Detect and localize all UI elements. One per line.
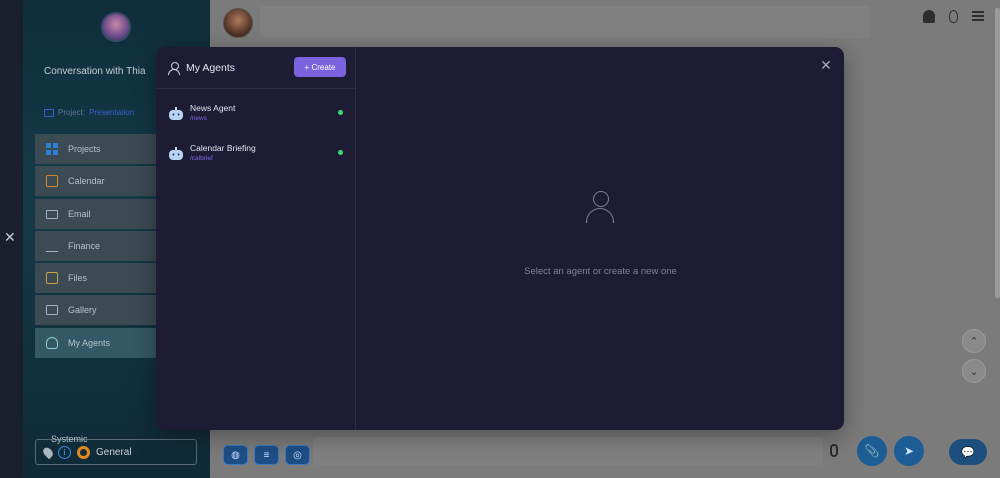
gear-icon[interactable] [77, 445, 90, 459]
user-icon [46, 336, 58, 349]
bell-icon[interactable] [923, 10, 935, 23]
project-label: Project: [58, 108, 86, 117]
mail-icon [46, 210, 58, 220]
project-value: Presentation [89, 108, 135, 117]
close-sidebar-icon[interactable]: ✕ [4, 230, 16, 244]
file-icon [46, 272, 58, 285]
image-icon [46, 305, 58, 316]
avatar[interactable] [101, 12, 131, 42]
user-icon [168, 61, 180, 75]
calendar-icon [46, 175, 58, 188]
chat-button[interactable]: 💬 [949, 439, 987, 465]
microphone-icon[interactable] [830, 444, 838, 457]
robot-icon [169, 146, 183, 160]
scroll-down-button[interactable]: ⌄ [962, 359, 986, 383]
agent-name: Calendar Briefing [190, 143, 256, 153]
assistant-avatar[interactable] [223, 8, 253, 38]
edge-strip: ✕ [0, 0, 23, 478]
sidebar-item-my-agents[interactable]: My Agents [35, 327, 157, 358]
sidebar-item-label: Files [68, 273, 88, 284]
sidebar-item-label: Projects [68, 144, 101, 154]
context-caption: Systemic [51, 434, 88, 444]
sidebar-item-files[interactable]: Files [35, 263, 157, 294]
folder-icon [44, 108, 54, 117]
status-dot [338, 110, 343, 115]
sidebar-nav: Projects Calendar Email Finance Files Ga… [35, 134, 157, 360]
info-icon[interactable]: i [58, 445, 71, 459]
grid-icon [46, 143, 58, 155]
message-input[interactable] [313, 437, 823, 465]
chart-line-icon [46, 240, 58, 252]
sidebar-item-projects[interactable]: Projects [35, 134, 157, 164]
agent-item-calendar-briefing[interactable]: Calendar Briefing /calbrief [156, 135, 356, 171]
agents-header: My Agents + Create [156, 47, 355, 89]
sidebar-item-finance[interactable]: Finance [35, 230, 157, 261]
create-agent-button[interactable]: + Create [294, 57, 346, 77]
scroll-up-button[interactable]: ⌃ [962, 329, 986, 353]
status-dot [338, 150, 343, 155]
send-button[interactable]: ➤ [894, 436, 924, 466]
sidebar-item-label: Gallery [68, 305, 97, 316]
agent-command: /news [190, 115, 207, 122]
explore-button[interactable]: ◎ [285, 445, 310, 465]
sidebar-item-label: Calendar [68, 176, 105, 187]
menu-icon[interactable] [972, 10, 984, 23]
project-indicator[interactable]: Project: Presentation [44, 108, 134, 117]
agent-item-news[interactable]: News Agent /news [156, 95, 356, 131]
sidebar-item-label: Finance [68, 240, 101, 251]
agents-list-pane: My Agents + Create News Agent /news Cale… [156, 47, 356, 430]
agent-detail-pane: ✕ Select an agent or create a new one [357, 47, 844, 430]
conversation-title: Conversation with Thia [44, 66, 146, 77]
agent-command: /calbrief [190, 155, 213, 162]
empty-state-text: Select an agent or create a new one [524, 266, 677, 277]
list-button[interactable]: ≡ [254, 445, 279, 465]
modal-title: My Agents [186, 61, 236, 74]
robot-icon [169, 106, 183, 120]
sidebar-item-email[interactable]: Email [35, 198, 157, 229]
user-placeholder-icon [585, 191, 615, 225]
input-tools: ◍ ≡ ◎ [223, 445, 310, 465]
top-bar [260, 6, 870, 38]
sidebar-item-gallery[interactable]: Gallery [35, 295, 157, 326]
lightbulb-icon[interactable] [949, 10, 958, 23]
close-icon[interactable]: ✕ [820, 58, 832, 72]
globe-button[interactable]: ◍ [223, 445, 248, 465]
attach-button[interactable]: 📎 [857, 436, 887, 466]
context-value: General [96, 446, 132, 458]
scrollbar[interactable] [995, 8, 1000, 298]
sidebar-item-calendar[interactable]: Calendar [35, 166, 157, 197]
sidebar-item-label: Email [68, 208, 91, 219]
location-pin-icon [41, 445, 55, 459]
my-agents-modal: My Agents + Create News Agent /news Cale… [156, 47, 844, 430]
sidebar-item-label: My Agents [68, 337, 111, 348]
context-selector[interactable]: Systemic i General [35, 434, 197, 465]
top-icons [923, 10, 984, 23]
agent-name: News Agent [190, 103, 236, 113]
